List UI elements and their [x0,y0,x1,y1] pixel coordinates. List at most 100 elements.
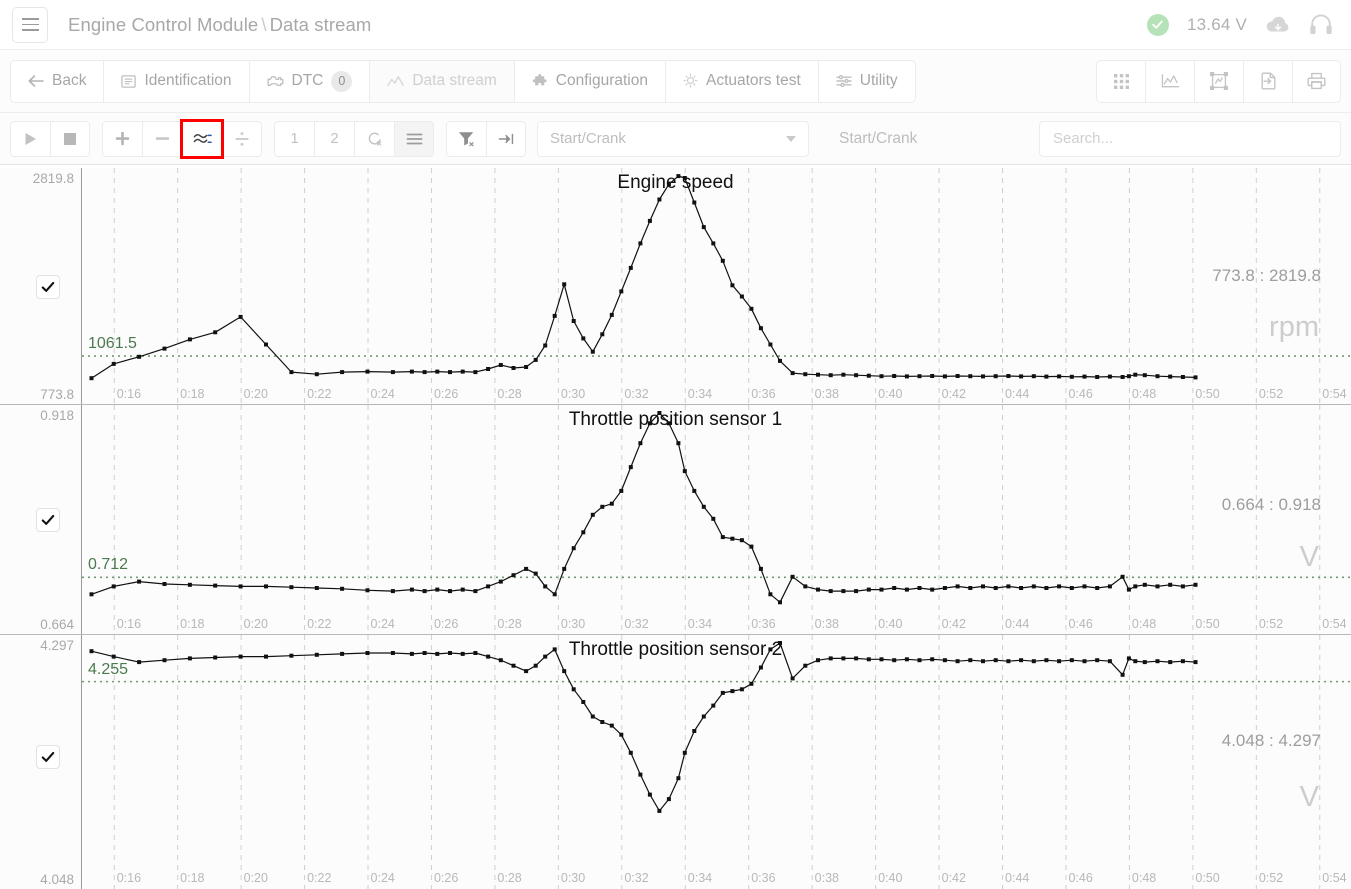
filter-group [446,120,526,157]
plot-svg [82,405,1351,634]
stop-button[interactable] [50,120,90,157]
split-graphs-button[interactable] [222,120,262,157]
x-axis-tick-label: 0:22 [307,617,332,631]
x-axis-tick-label: 0:52 [1258,871,1284,885]
tab-dtc-label: DTC [291,72,324,89]
play-button[interactable] [10,120,50,157]
x-axis-tick-label: 0:24 [370,617,395,631]
plot-area[interactable]: 0:16 0:18 0:20 0:22 0:24 0:26 0:28 0:30 0:32 0:34… [82,405,1351,634]
y-axis-max-label: 0.918 [40,408,74,423]
series-visibility-checkbox[interactable] [36,745,60,769]
x-axis-tick-label: 0:32 [624,387,649,401]
filter-clear-button[interactable] [446,120,486,157]
cursor-2-button[interactable]: 2 [314,120,354,157]
dtc-count-badge: 0 [331,70,353,92]
x-axis-tick-label: 0:36 [751,871,776,885]
x-axis-tick-label: 0:36 [751,617,776,631]
x-axis-tick-label: 0:26 [433,871,459,885]
cursor-1-button[interactable]: 1 [274,120,314,157]
scale-group [102,118,262,159]
x-axis-tick-label: 0:20 [243,387,268,401]
tab-actuators-test[interactable]: Actuators test [664,59,818,103]
graph-toolbar: 1 2 Start/Crank Start/Crank Search... [0,113,1351,165]
battery-voltage: 13.64 V [1186,14,1247,34]
tab-actuators-test-label: Actuators test [705,72,801,89]
y-axis-min-label: 4.048 [40,872,74,887]
export-icon[interactable] [1243,59,1292,103]
x-axis-tick-label: 0:42 [941,617,966,631]
tab-identification-label: Identification [144,72,232,89]
trigger-current-label: Start/Crank [839,129,918,147]
x-axis-tick-label: 0:46 [1068,617,1093,631]
tab-configuration-label: Configuration [555,72,648,89]
x-axis-tick-label: 0:38 [814,871,840,885]
fit-frame-icon[interactable] [1194,59,1243,103]
x-axis-tick-label: 0:16 [116,871,142,885]
list-view-button[interactable] [394,120,434,157]
value-range-label: 0.664 : 0.918 [1221,495,1321,514]
x-axis-tick-label: 0:24 [370,871,395,885]
y-axis-max-label: 4.297 [40,638,74,653]
tab-utility-label: Utility [859,72,898,89]
chart-panel-throttle-position-sensor-1: 0.918 0.664 0:16 0:18 0:20 0:22 0:24 0:26 0:28 0:… [0,405,1351,635]
tab-configuration[interactable]: Configuration [513,59,665,103]
plot-area[interactable]: 0:16 0:18 0:20 0:22 0:24 0:26 0:28 0:30 0:32 0:34… [82,635,1351,889]
x-axis-tick-label: 0:46 [1068,387,1093,401]
clear-cursor-button[interactable] [354,120,394,157]
search-input[interactable]: Search... [1039,120,1341,157]
goto-end-button[interactable] [486,120,526,157]
x-axis-tick-label: 0:44 [1005,617,1030,631]
search-placeholder: Search... [1053,130,1114,147]
trigger-select[interactable]: Start/Crank [537,120,809,157]
x-axis-tick-label: 0:28 [497,617,522,631]
plot-svg [82,168,1351,404]
series-visibility-checkbox[interactable] [36,508,60,532]
tab-data-stream[interactable]: Data stream [369,59,514,103]
check-circle-icon [1146,13,1169,36]
grid-view-icon[interactable] [1096,59,1145,103]
reference-value-label: 1061.5 [88,335,137,353]
x-axis-tick-label: 0:28 [497,871,522,885]
tab-dtc[interactable]: DTC 0 [248,59,370,103]
plot-area[interactable]: 0:16 0:18 0:20 0:22 0:24 0:26 0:28 0:30 0:32 0:34… [82,168,1351,404]
breadcrumb-page: Data stream [269,13,372,35]
overlay-graphs-button[interactable] [180,118,224,159]
y-axis-band: 0.918 0.664 [0,405,82,634]
graph-view-icon[interactable] [1145,59,1194,103]
cloud-download-icon[interactable] [1265,15,1291,35]
tab-data-stream-label: Data stream [412,72,497,89]
x-axis-tick-label: 0:44 [1005,871,1030,885]
tab-back[interactable]: Back [10,59,104,103]
chart-panel-engine-speed: 2819.8 773.8 0:16 0:18 0:20 0:22 0:24 0:26 0:28 0… [0,168,1351,405]
x-axis-tick-label: 0:16 [116,387,142,401]
zoom-out-button[interactable] [142,120,182,157]
x-axis-tick-label: 0:22 [307,871,332,885]
print-icon[interactable] [1292,59,1341,103]
x-axis-tick-label: 0:26 [433,387,459,401]
x-axis-tick-label: 0:46 [1068,871,1093,885]
chart-panel-throttle-position-sensor-2: 4.297 4.048 0:16 0:18 0:20 0:22 0:24 0:26 0:28 0:… [0,635,1351,889]
trigger-select-value: Start/Crank [550,130,626,147]
x-axis-tick-label: 0:34 [687,617,713,631]
x-axis-tick-label: 0:44 [1005,387,1030,401]
unit-label: V [1299,781,1319,813]
x-axis-tick-label: 0:30 [560,387,586,401]
zoom-in-button[interactable] [102,120,142,157]
chevron-down-icon [786,135,796,142]
x-axis-tick-label: 0:32 [624,617,649,631]
reference-value-label: 4.255 [88,660,129,678]
hamburger-menu-icon[interactable] [12,6,48,43]
headset-icon[interactable] [1309,12,1333,38]
tab-identification[interactable]: Identification [103,59,249,103]
tab-back-label: Back [52,72,87,89]
x-axis-tick-label: 0:26 [433,617,459,631]
app-header: Engine Control Module \ Data stream 13.64 … [0,0,1351,50]
value-range-label: 773.8 : 2819.8 [1212,266,1321,285]
unit-label: V [1299,541,1319,573]
x-axis-tick-label: 0:48 [1131,617,1157,631]
breadcrumb: Engine Control Module \ Data stream [68,14,371,36]
cursor-2-label: 2 [330,130,339,147]
tab-utility[interactable]: Utility [817,59,916,103]
x-axis-tick-label: 0:18 [180,871,205,885]
series-visibility-checkbox[interactable] [36,274,60,299]
